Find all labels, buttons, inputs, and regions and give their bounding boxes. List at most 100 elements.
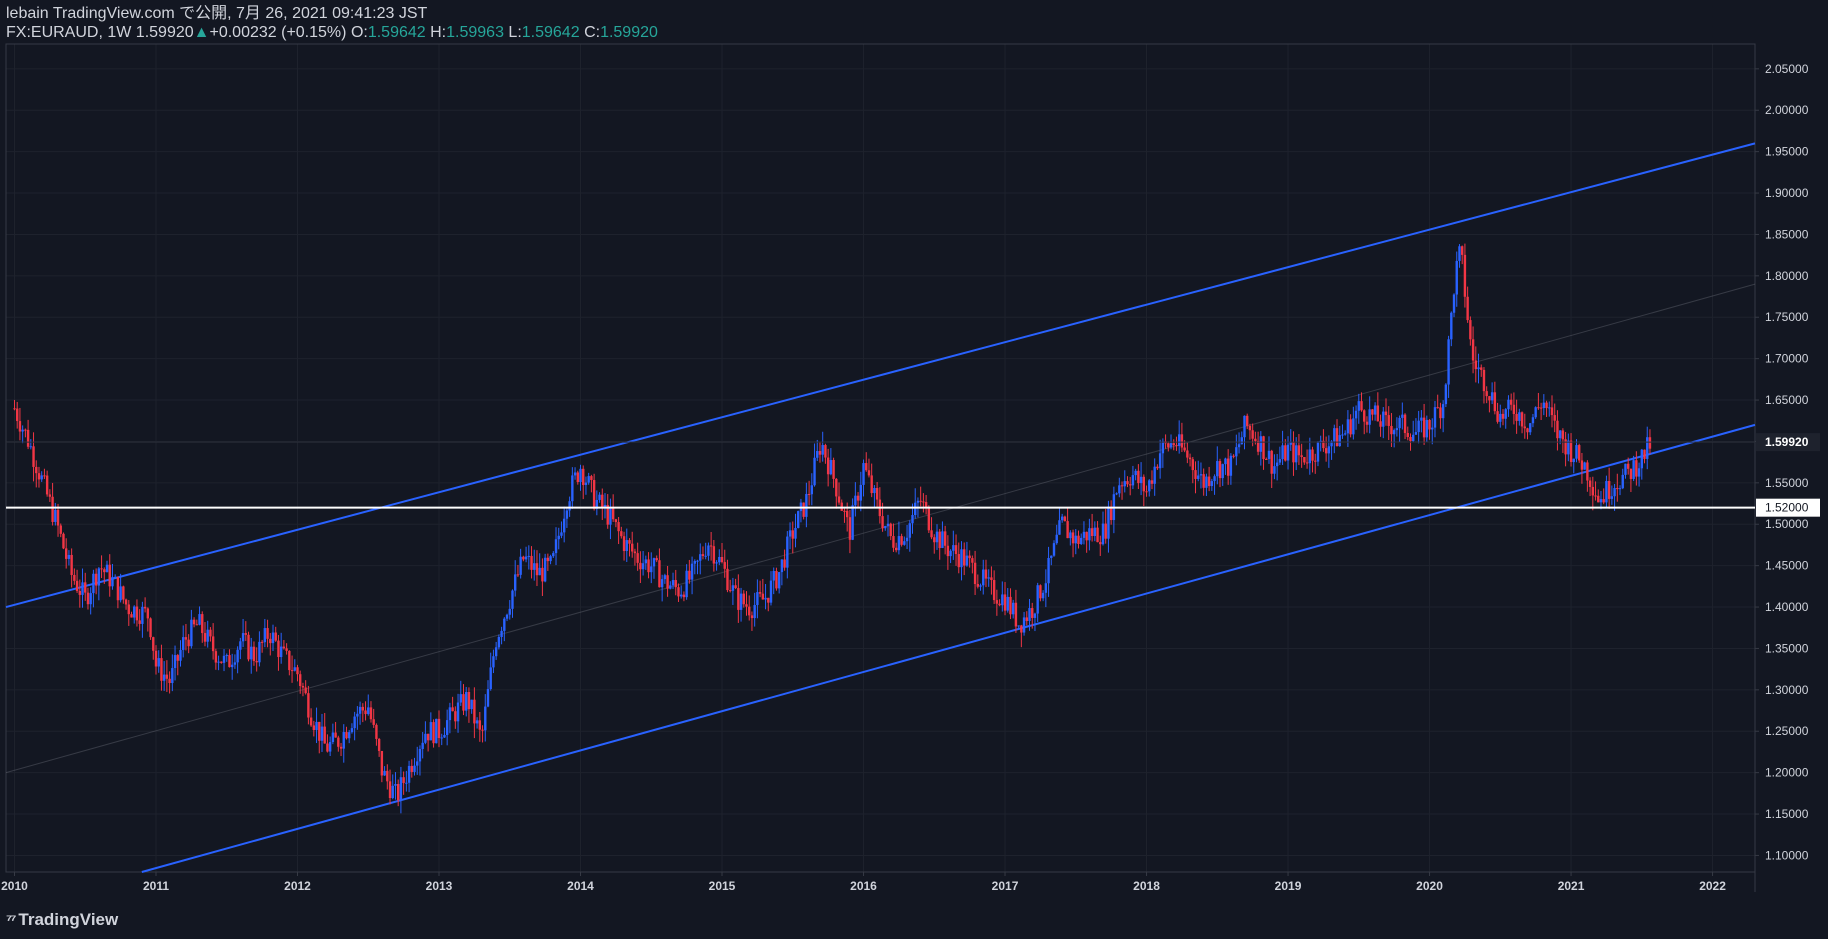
- candle-body: [356, 713, 359, 717]
- candle-body: [650, 566, 653, 573]
- candle-body: [1001, 594, 1004, 606]
- candle-body: [236, 649, 239, 663]
- candle-body: [445, 720, 449, 735]
- candle-body: [1613, 488, 1616, 497]
- chart-pane-outline: [5, 43, 1756, 873]
- candle-body: [1101, 523, 1105, 545]
- candle-body: [35, 466, 38, 474]
- candle-body: [554, 539, 558, 554]
- candle-body: [149, 618, 152, 638]
- x-tick-label: 2015: [709, 879, 736, 893]
- x-tick-label: 2014: [567, 879, 594, 893]
- time-axis[interactable]: 2010 2011 2012 2013 2014 2015 2016 2017 2018 2019…: [1, 872, 1726, 893]
- candle-body: [443, 734, 446, 738]
- candle-body: [18, 421, 22, 432]
- candle-body: [1216, 461, 1219, 477]
- candle-body: [21, 429, 24, 432]
- candle-body: [271, 632, 275, 644]
- candle-body: [211, 636, 215, 652]
- candle-body: [818, 451, 822, 455]
- candle-body: [941, 531, 944, 549]
- candle-body: [260, 641, 264, 643]
- candle-body: [315, 721, 318, 731]
- candle-body: [462, 694, 465, 711]
- candle-body: [987, 577, 990, 579]
- candle-body: [677, 587, 680, 597]
- candle-body: [775, 571, 778, 589]
- tradingview-logo[interactable]: ⁷⁷ TradingView: [6, 910, 118, 930]
- candle-body: [1294, 445, 1298, 463]
- x-tick-label: 2013: [426, 879, 453, 893]
- candle-body: [786, 536, 789, 568]
- candle-body: [1588, 480, 1592, 487]
- y-tick-label: 1.30000: [1765, 683, 1809, 697]
- candle-body: [1221, 464, 1224, 479]
- candle-body: [734, 585, 737, 589]
- candle-body: [1240, 437, 1243, 445]
- candle-body: [377, 738, 381, 751]
- candle-body: [1480, 367, 1483, 370]
- candle-body: [933, 537, 936, 543]
- candle-body: [854, 495, 857, 506]
- price-axis[interactable]: 1.10000 1.15000 1.20000 1.25000 1.30000 1.350…: [1755, 62, 1809, 863]
- candle-body: [1539, 407, 1543, 409]
- candle-body: [396, 783, 400, 801]
- x-tick-label: 2021: [1558, 879, 1585, 893]
- candle-body: [805, 493, 808, 517]
- candle-body: [1648, 437, 1652, 449]
- candle-body: [146, 608, 150, 619]
- candle-body: [486, 689, 490, 707]
- candle-body: [1357, 401, 1360, 411]
- candle-body: [1115, 493, 1118, 495]
- candle-body: [832, 460, 835, 479]
- candle-body: [568, 501, 571, 511]
- candle-body: [1213, 476, 1216, 482]
- candle-body: [475, 720, 479, 724]
- candle-body: [1188, 457, 1192, 460]
- candle-body: [1074, 535, 1077, 544]
- candle-body: [111, 576, 114, 587]
- candle-body: [105, 564, 109, 573]
- candle-body: [372, 719, 375, 725]
- y-tick-label: 1.65000: [1765, 393, 1809, 407]
- candle-body: [282, 646, 286, 649]
- y-tick-label: 1.90000: [1765, 186, 1809, 200]
- candle-body: [222, 655, 226, 663]
- candle-body: [1167, 443, 1170, 448]
- candle-body: [1607, 480, 1611, 499]
- candle-body: [1071, 532, 1075, 544]
- candle-body: [380, 750, 384, 776]
- candle-body: [851, 505, 854, 540]
- candle-body: [1518, 412, 1521, 421]
- candle-body: [1158, 453, 1162, 469]
- candle-body: [573, 472, 577, 476]
- candle-body: [1139, 476, 1143, 484]
- candle-body: [230, 664, 234, 668]
- candle-body: [250, 646, 253, 660]
- price-chart[interactable]: 1.10000 1.15000 1.20000 1.25000 1.30000 1.350…: [0, 0, 1828, 939]
- candle-body: [881, 516, 884, 529]
- candle-body: [1085, 531, 1088, 541]
- candle-body: [1553, 415, 1556, 421]
- candle-body: [565, 510, 569, 519]
- candle-body: [1455, 260, 1458, 295]
- candle-body: [1104, 523, 1107, 539]
- last-price-tag: 1.59920: [1765, 435, 1809, 449]
- candle-body: [1055, 534, 1058, 544]
- candle-body: [173, 655, 177, 669]
- candle-body: [1235, 447, 1238, 457]
- candle-body: [1485, 391, 1488, 397]
- candle-body: [135, 606, 139, 621]
- candle-body: [1022, 617, 1026, 633]
- candle-body: [511, 590, 514, 609]
- candle-body: [1262, 436, 1265, 459]
- candle-body: [859, 484, 862, 501]
- candle-body: [160, 658, 163, 681]
- candle-body: [405, 782, 408, 784]
- candle-body: [279, 646, 283, 658]
- candle-body: [908, 523, 911, 538]
- y-tick-label: 1.15000: [1765, 807, 1809, 821]
- candle-body: [1490, 392, 1494, 401]
- x-tick-label: 2011: [143, 879, 169, 893]
- candle-body: [1333, 428, 1336, 442]
